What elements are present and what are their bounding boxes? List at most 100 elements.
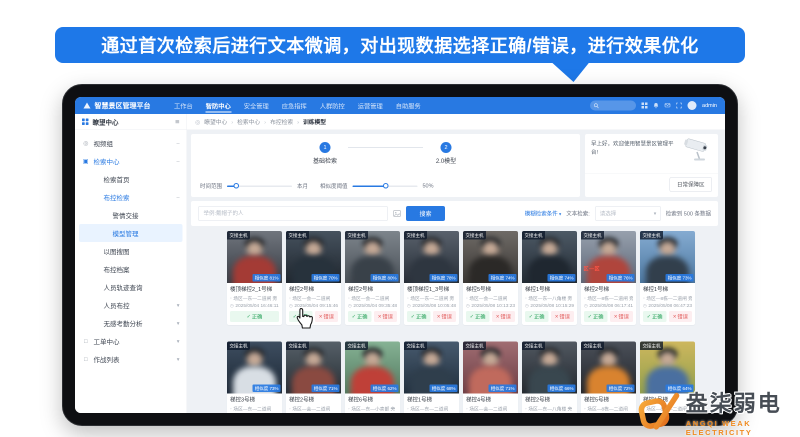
similarity-value: 50% xyxy=(422,183,434,189)
camera-badge: 交接主机 xyxy=(404,231,428,240)
error-button[interactable]: 错误 xyxy=(609,311,633,322)
sidebar-item-label: 检索中心 xyxy=(93,157,120,166)
top-menu-item[interactable]: 人群防控 xyxy=(313,97,351,114)
capture-time: 2025/05/04 09:35:48 xyxy=(348,303,397,309)
top-nav-right: admin xyxy=(590,100,717,111)
correct-button[interactable]: 正确 xyxy=(466,311,490,322)
top-menu-item[interactable]: 运营管理 xyxy=(351,97,389,114)
correct-button[interactable]: 正确 xyxy=(407,311,431,322)
camera-badge: 交接主机 xyxy=(581,231,605,240)
capture-image[interactable]: 交接主机 相似度 81% xyxy=(227,231,282,283)
sidebar-item-label: 人员轨迹查询 xyxy=(103,283,143,292)
capture-image[interactable]: 交接主机 相似度 70% xyxy=(286,231,341,283)
top-menu-item[interactable]: 工作台 xyxy=(168,97,200,114)
capture-image[interactable]: 交接主机 相似度 62% xyxy=(345,341,400,394)
global-search-input[interactable] xyxy=(590,100,637,111)
fuzzy-search-link[interactable]: 模糊检索条件 xyxy=(525,210,562,218)
capture-image[interactable]: 交接主机 相似度 74% xyxy=(522,231,577,283)
similarity-badge: 相似度 81% xyxy=(252,274,281,282)
slider-handle[interactable] xyxy=(383,183,389,189)
correct-button[interactable]: 正确 xyxy=(584,311,608,322)
similarity-badge: 相似度 80% xyxy=(370,274,399,282)
fullscreen-icon[interactable] xyxy=(676,102,682,109)
avatar[interactable] xyxy=(687,101,697,110)
search-input[interactable] xyxy=(198,206,388,221)
text-search-select[interactable]: 请选择 xyxy=(594,206,661,221)
sidebar-item[interactable]: ◎ 视频组 – xyxy=(75,134,187,152)
capture-location: 场区—会—二道闸 xyxy=(348,295,397,302)
error-button[interactable]: 错误 xyxy=(373,311,397,322)
daily-guard-zone-button[interactable]: 日常保障区 xyxy=(669,177,712,192)
capture-image[interactable]: 交接主机 相似度 73% xyxy=(640,231,695,283)
capture-image[interactable]: 交接主机 相似度 71% xyxy=(286,341,341,394)
correct-button[interactable]: 正确 xyxy=(230,311,279,322)
step-2: 2 2.0模型 xyxy=(423,142,469,165)
camera-badge: 交接主机 xyxy=(640,341,664,350)
capture-image[interactable]: 交接主机 相似度 71% xyxy=(463,341,518,394)
capture-image[interactable]: 交接主机 相似度 78% xyxy=(404,231,459,283)
sidebar-item[interactable]: 模型管理 xyxy=(79,224,183,242)
top-menu-item[interactable]: 应急指挥 xyxy=(275,97,313,114)
brand-subtitle: ANGQI WEAK ELECTRICITY xyxy=(685,419,753,437)
sidebar-item[interactable]: 布控检索 – xyxy=(75,188,187,206)
sidebar-item[interactable]: 以图搜图 xyxy=(75,242,187,260)
sidebar-item[interactable]: ▣ 检索中心 – xyxy=(75,152,187,170)
grid-apps-icon[interactable] xyxy=(641,102,648,109)
error-button[interactable]: 错误 xyxy=(491,311,515,322)
correct-button[interactable]: 正确 xyxy=(643,311,667,322)
laptop-frame: 智慧景区管理平台 工作台 智防中心 安全管理 应急指挥 人群防控 运营管理 自助服务 xyxy=(62,84,738,426)
result-card: 交接主机 相似度 68% 梯控1号梯 场区—东—二道闸 2025/05/08 0… xyxy=(404,341,459,413)
breadcrumb-item[interactable]: 布控检索 xyxy=(264,118,293,126)
sidebar-item[interactable]: 人员轨迹查询 xyxy=(75,278,187,296)
error-button[interactable]: 错误 xyxy=(314,311,338,322)
sidebar-item[interactable]: □ 作战列表 ▾ xyxy=(75,350,187,368)
select-value: 请选择 xyxy=(599,211,617,217)
text-search-label: 文本检索: xyxy=(566,211,590,217)
time-range-slider[interactable] xyxy=(227,183,292,189)
slider-handle[interactable] xyxy=(233,183,239,189)
capture-image[interactable]: 交接主机 区—区 相似度 76% xyxy=(581,231,636,283)
sidebar-item[interactable]: 检索首页 xyxy=(75,170,187,188)
step-connector xyxy=(348,147,423,148)
capture-image[interactable]: 交接主机 相似度 72% xyxy=(581,341,636,394)
capture-location: 场区—东—二道闸 xyxy=(407,405,456,413)
camera-name: 楼顶梯控2_1号梯 xyxy=(230,286,273,293)
breadcrumb-item[interactable]: 检索中心 xyxy=(231,118,260,126)
correct-button[interactable]: 正确 xyxy=(348,311,372,322)
breadcrumb-item[interactable]: 训练模型 xyxy=(297,118,326,126)
correct-button[interactable]: 正确 xyxy=(525,311,549,322)
sidebar-item[interactable]: 布控档案 xyxy=(75,260,187,278)
top-menu-item[interactable]: 自助服务 xyxy=(389,97,427,114)
greeting-panel: 早上好，欢迎使用智慧景区管理平台! 日常保障区 xyxy=(585,134,718,197)
similarity-slider[interactable] xyxy=(352,183,418,189)
capture-image[interactable]: 交接主机 相似度 80% xyxy=(345,231,400,283)
error-button[interactable]: 错误 xyxy=(550,311,574,322)
sidebar-item-label: 工单中心 xyxy=(93,337,120,346)
sidebar-item[interactable]: □ 工单中心 ▾ xyxy=(75,332,187,350)
username[interactable]: admin xyxy=(702,103,717,109)
capture-image[interactable]: 交接主机 相似度 68% xyxy=(404,341,459,394)
error-button[interactable]: 错误 xyxy=(668,311,692,322)
image-search-icon[interactable] xyxy=(393,210,401,217)
capture-image[interactable]: 交接主机 相似度 73% xyxy=(227,341,282,394)
sidebar-item[interactable]: 人员布控 ▾ xyxy=(75,296,187,314)
notification-bell-icon[interactable] xyxy=(653,103,659,109)
similarity-badge: 相似度 72% xyxy=(606,384,635,392)
capture-location: 场区—会—二道闸 xyxy=(289,405,338,413)
capture-image[interactable]: 交接主机 相似度 74% xyxy=(463,231,518,283)
breadcrumb-item[interactable]: 瞭望中心 xyxy=(204,118,227,126)
sidebar-item[interactable]: 无感考勤分析 ▾ xyxy=(75,314,187,332)
sidebar-item[interactable]: 警情交接 xyxy=(75,206,187,224)
top-menu-item[interactable]: 安全管理 xyxy=(237,97,275,114)
step-2-dot: 2 xyxy=(440,142,452,153)
message-icon[interactable] xyxy=(664,103,671,109)
top-menu-item[interactable]: 智防中心 xyxy=(199,97,237,114)
capture-image[interactable]: 交接主机 相似度 66% xyxy=(522,341,577,394)
error-button[interactable]: 错误 xyxy=(432,311,456,322)
screen: 智慧景区管理平台 工作台 智防中心 安全管理 应急指挥 人群防控 运营管理 自助服务 xyxy=(75,97,725,413)
search-button[interactable]: 搜索 xyxy=(406,206,445,221)
collapse-menu-icon[interactable] xyxy=(175,117,179,126)
callout-banner: 通过首次检索后进行文本微调，对出现数据选择正确/错误，进行效果优化 xyxy=(55,27,745,63)
capture-location: 场区—8栋—二道闸 旁 xyxy=(584,295,633,302)
similarity-badge: 相似度 70% xyxy=(311,274,340,282)
